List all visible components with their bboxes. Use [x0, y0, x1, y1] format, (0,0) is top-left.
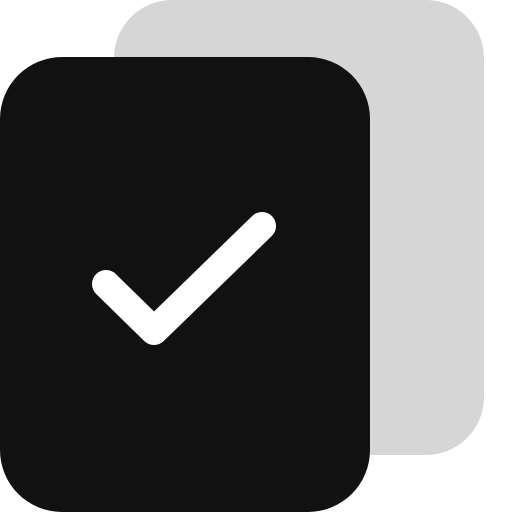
icon-canvas [0, 0, 512, 512]
copy-check-icon [0, 0, 484, 512]
